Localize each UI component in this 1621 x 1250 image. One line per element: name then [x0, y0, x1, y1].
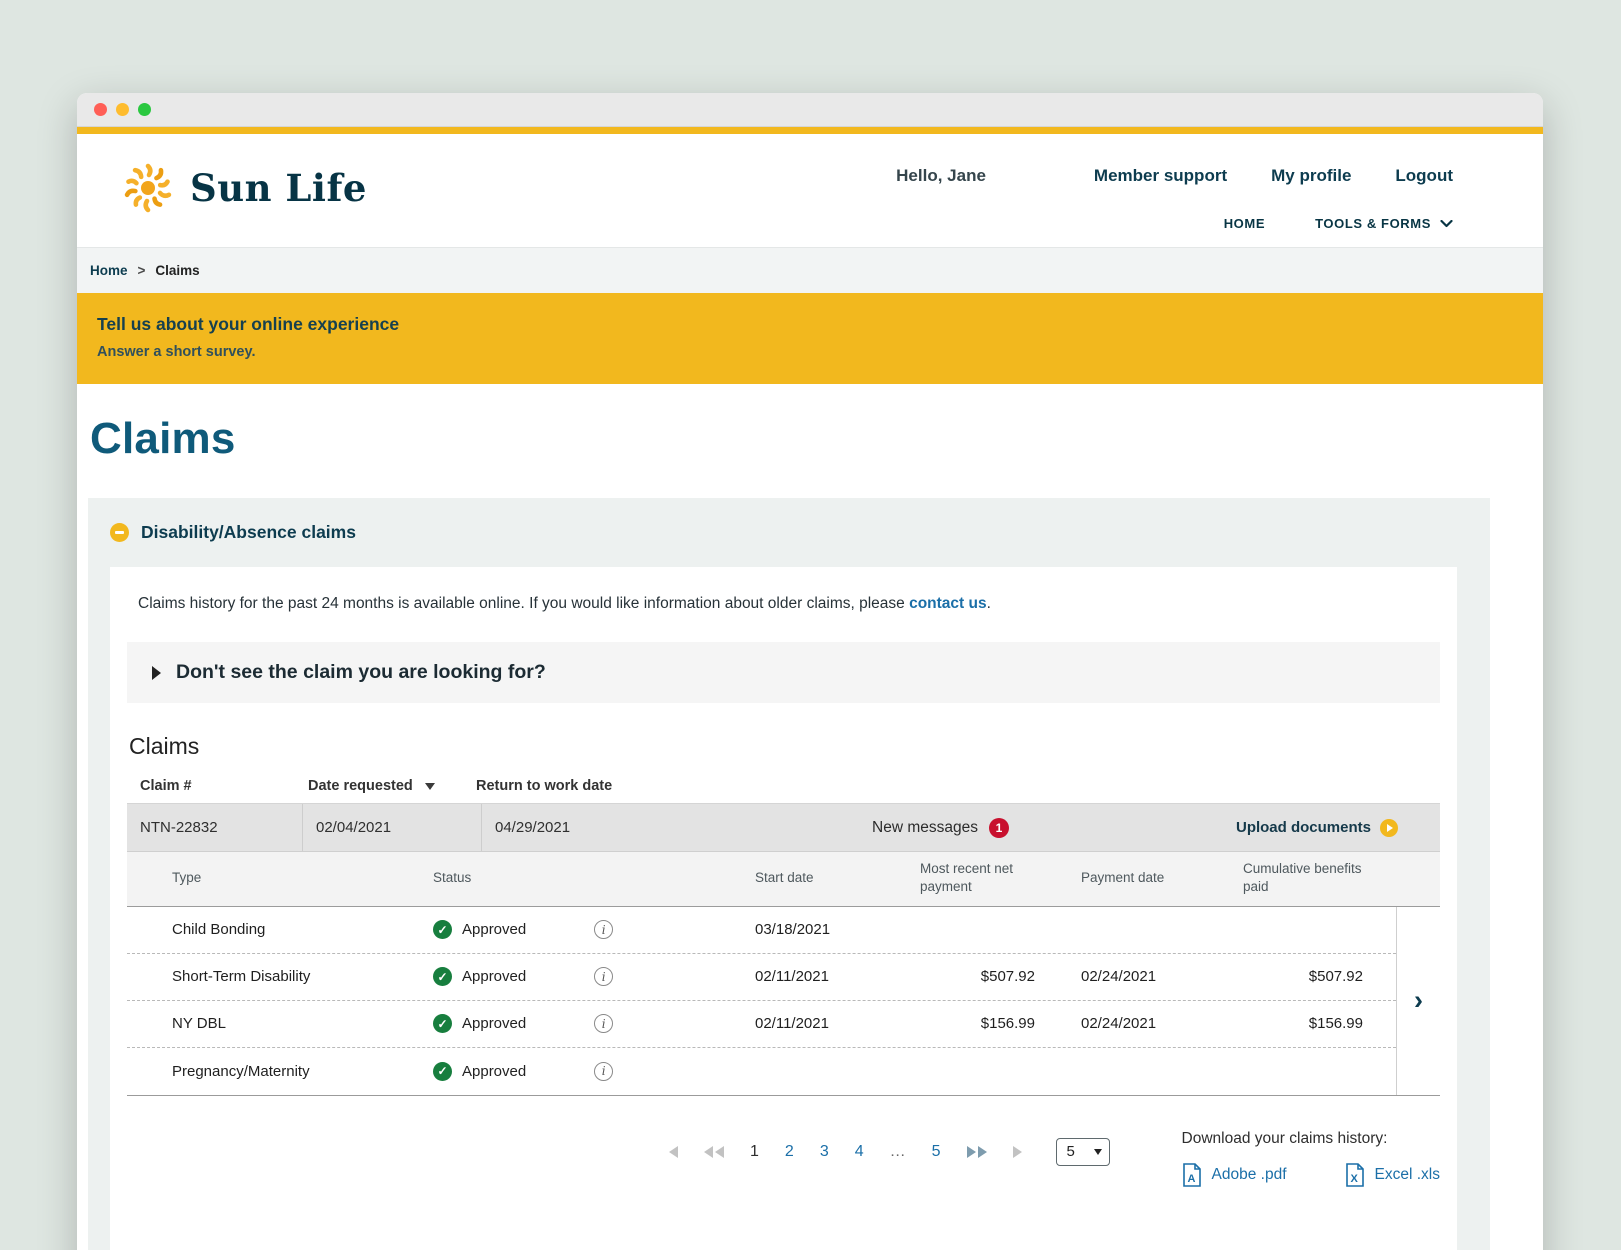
- window-titlebar: [77, 93, 1543, 127]
- download-label: Download your claims history:: [1182, 1130, 1440, 1148]
- header-claim-number: Claim #: [140, 778, 308, 794]
- page-number-link[interactable]: 3: [820, 1143, 829, 1161]
- sort-date-requested[interactable]: Date requested: [308, 778, 476, 794]
- nav-tools-forms[interactable]: TOOLS & FORMS: [1315, 216, 1453, 231]
- page-number-link[interactable]: 5: [932, 1143, 941, 1161]
- col-start-date: Start date: [742, 869, 917, 887]
- zoom-window-button[interactable]: [138, 103, 151, 116]
- col-cumulative-benefits: Cumulative benefits paid: [1212, 860, 1374, 895]
- download-excel-link[interactable]: X Excel .xls: [1345, 1163, 1440, 1187]
- upload-arrow-icon: [1380, 819, 1398, 837]
- claim-date-requested: 02/04/2021: [303, 804, 482, 851]
- table-row[interactable]: Short-Term Disability ✓ Approved i 02/11…: [127, 954, 1396, 1001]
- excel-file-icon: X: [1345, 1163, 1365, 1187]
- missing-claim-expander[interactable]: Don't see the claim you are looking for?: [127, 642, 1440, 703]
- sun-icon: [115, 158, 181, 218]
- claim-summary-row[interactable]: NTN-22832 02/04/2021 04/29/2021 New mess…: [127, 803, 1440, 852]
- page-title: Claims: [90, 414, 1490, 464]
- disability-claims-panel: Disability/Absence claims Claims history…: [88, 498, 1490, 1250]
- minimize-window-button[interactable]: [116, 103, 129, 116]
- header-right: Hello, Jane Member support My profile Lo…: [896, 158, 1453, 231]
- table-row[interactable]: Pregnancy/Maternity ✓ Approved i: [127, 1048, 1396, 1095]
- header-return-to-work: Return to work date: [476, 778, 612, 794]
- claim-number: NTN-22832: [127, 804, 303, 851]
- claims-table-heading: Claims: [129, 733, 1440, 760]
- site-header: Sun Life Hello, Jane Member support My p…: [77, 134, 1543, 247]
- info-icon[interactable]: i: [594, 1014, 613, 1033]
- info-icon[interactable]: i: [594, 1062, 613, 1081]
- upload-documents-button[interactable]: Upload documents: [1236, 804, 1440, 851]
- message-count-badge: 1: [989, 818, 1009, 838]
- approved-check-icon: ✓: [433, 1014, 452, 1033]
- claim-table-headers: Claim # Date requested Return to work da…: [127, 778, 1440, 794]
- claims-history-intro: Claims history for the past 24 months is…: [138, 593, 1440, 615]
- new-messages-link[interactable]: New messages 1: [872, 804, 1009, 851]
- brand-accent-bar: [77, 127, 1543, 134]
- col-payment-date: Payment date: [1037, 869, 1212, 887]
- my-profile-link[interactable]: My profile: [1271, 166, 1351, 186]
- approved-check-icon: ✓: [433, 1062, 452, 1081]
- breadcrumb: Home > Claims: [77, 247, 1543, 293]
- download-section: Download your claims history: A Adobe .p…: [1182, 1130, 1440, 1187]
- svg-text:A: A: [1187, 1173, 1195, 1185]
- expand-arrow-icon: [152, 666, 161, 680]
- contact-us-link[interactable]: contact us: [909, 595, 987, 612]
- approved-check-icon: ✓: [433, 967, 452, 986]
- sort-descending-icon: [425, 783, 435, 790]
- info-icon[interactable]: i: [594, 967, 613, 986]
- user-greeting: Hello, Jane: [896, 166, 986, 186]
- next-page-button[interactable]: [1013, 1146, 1022, 1158]
- claim-detail-rows: Child Bonding ✓ Approved i 03/18/2021: [127, 906, 1440, 1096]
- pagination: 1 2 3 4 … 5 5: [669, 1130, 1110, 1166]
- browser-window: Sun Life Hello, Jane Member support My p…: [77, 93, 1543, 1250]
- download-pdf-link[interactable]: A Adobe .pdf: [1182, 1163, 1287, 1187]
- collapse-minus-icon: [110, 523, 129, 542]
- chevron-down-icon: [1440, 220, 1453, 228]
- col-net-payment: Most recent net payment: [917, 860, 1035, 895]
- claim-return-date: 04/29/2021: [482, 804, 872, 851]
- breadcrumb-home-link[interactable]: Home: [90, 263, 128, 278]
- claim-detail-columns: Type Status Start date Most recent net p…: [127, 852, 1440, 905]
- approved-check-icon: ✓: [433, 920, 452, 939]
- fast-backward-button[interactable]: [704, 1146, 724, 1158]
- chevron-right-icon: ›: [1414, 987, 1423, 1014]
- breadcrumb-separator: >: [138, 263, 146, 278]
- breadcrumb-current: Claims: [155, 263, 199, 278]
- page-number-link[interactable]: 4: [855, 1143, 864, 1161]
- expand-claim-details-button[interactable]: ›: [1396, 907, 1440, 1095]
- logo-wordmark: Sun Life: [190, 166, 367, 210]
- primary-nav: HOME TOOLS & FORMS: [1224, 216, 1453, 231]
- member-support-link[interactable]: Member support: [1094, 166, 1227, 186]
- claims-card: Claims history for the past 24 months is…: [110, 567, 1457, 1250]
- survey-banner-title: Tell us about your online experience: [97, 314, 1505, 335]
- page-size-select[interactable]: 5: [1056, 1138, 1110, 1166]
- page-number-link[interactable]: 2: [785, 1143, 794, 1161]
- info-icon[interactable]: i: [594, 920, 613, 939]
- col-type: Type: [127, 869, 417, 887]
- sunlife-logo[interactable]: Sun Life: [115, 158, 367, 218]
- nav-home[interactable]: HOME: [1224, 216, 1265, 231]
- svg-text:X: X: [1350, 1173, 1358, 1185]
- main-content: Claims Disability/Absence claims Claims …: [77, 414, 1543, 1250]
- col-status: Status: [417, 869, 742, 887]
- survey-banner-link[interactable]: Answer a short survey.: [97, 344, 1505, 360]
- page-number-current: 1: [750, 1143, 759, 1161]
- close-window-button[interactable]: [94, 103, 107, 116]
- table-row[interactable]: Child Bonding ✓ Approved i 03/18/2021: [127, 907, 1396, 954]
- logout-link[interactable]: Logout: [1395, 166, 1453, 186]
- fast-forward-button[interactable]: [967, 1146, 987, 1158]
- pdf-file-icon: A: [1182, 1163, 1202, 1187]
- table-footer: 1 2 3 4 … 5 5 Download y: [127, 1130, 1440, 1187]
- survey-banner[interactable]: Tell us about your online experience Ans…: [77, 293, 1543, 384]
- prev-page-button[interactable]: [669, 1146, 678, 1158]
- section-collapse-toggle[interactable]: Disability/Absence claims: [88, 522, 1490, 543]
- table-row[interactable]: NY DBL ✓ Approved i 02/11/2021 $156.99 0…: [127, 1001, 1396, 1048]
- page-ellipsis: …: [890, 1143, 906, 1161]
- section-title: Disability/Absence claims: [141, 522, 356, 543]
